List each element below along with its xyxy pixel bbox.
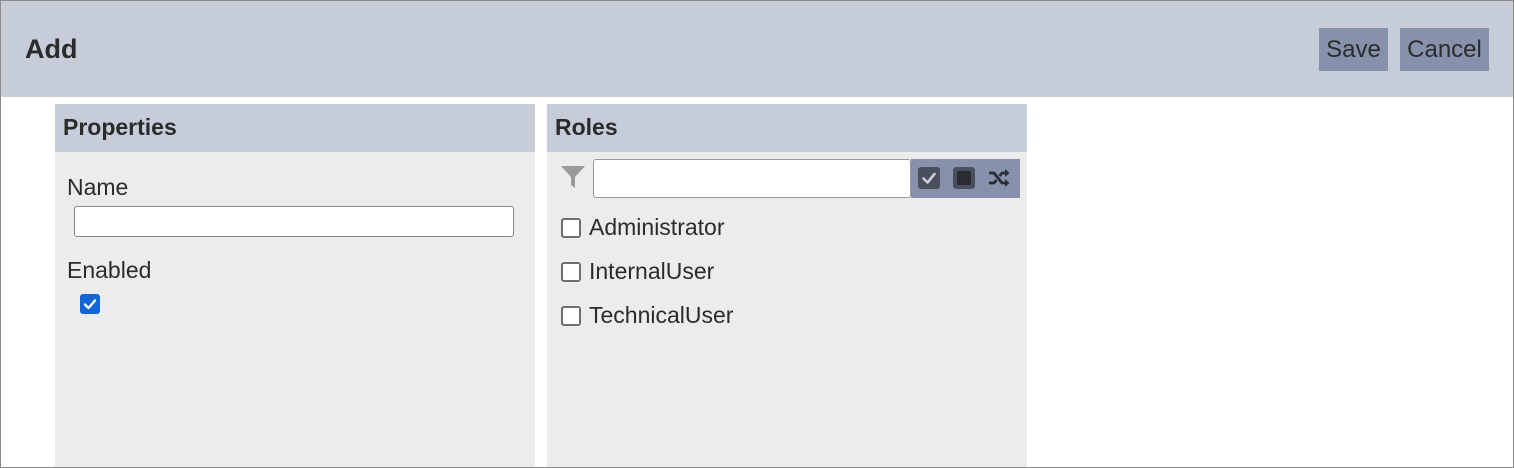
cancel-button[interactable]: Cancel [1400,28,1489,71]
roles-heading: Roles [555,114,618,140]
role-checkbox-administrator[interactable] [561,218,581,238]
select-all-icon[interactable] [918,167,940,189]
filter-icon [561,166,585,188]
role-label-internaluser: InternalUser [589,258,715,284]
role-label-administrator: Administrator [589,214,725,240]
roles-header: Roles [547,104,1027,152]
enabled-checkbox[interactable] [80,294,100,314]
name-label: Name [67,174,129,200]
select-none-icon[interactable] [953,167,975,189]
name-input[interactable] [74,206,514,237]
enabled-label: Enabled [67,257,152,283]
properties-heading: Properties [63,114,177,140]
dialog-header: Add Save Cancel [1,1,1513,97]
role-tools [911,159,1020,198]
roles-panel: Roles Administrator InternalUser Technic… [547,104,1027,467]
role-label-technicaluser: TechnicalUser [589,302,734,328]
checkmark-icon [83,299,97,310]
properties-header: Properties [55,104,535,152]
shuffle-icon[interactable] [988,167,1010,189]
dialog-title: Add [25,34,78,64]
role-checkbox-technicaluser[interactable] [561,306,581,326]
role-checkbox-internaluser[interactable] [561,262,581,282]
save-button[interactable]: Save [1319,28,1388,71]
role-filter-input[interactable] [593,159,911,198]
add-dialog: Add Save Cancel Properties Name Enabled … [0,0,1514,468]
properties-panel: Properties Name Enabled [55,104,535,467]
